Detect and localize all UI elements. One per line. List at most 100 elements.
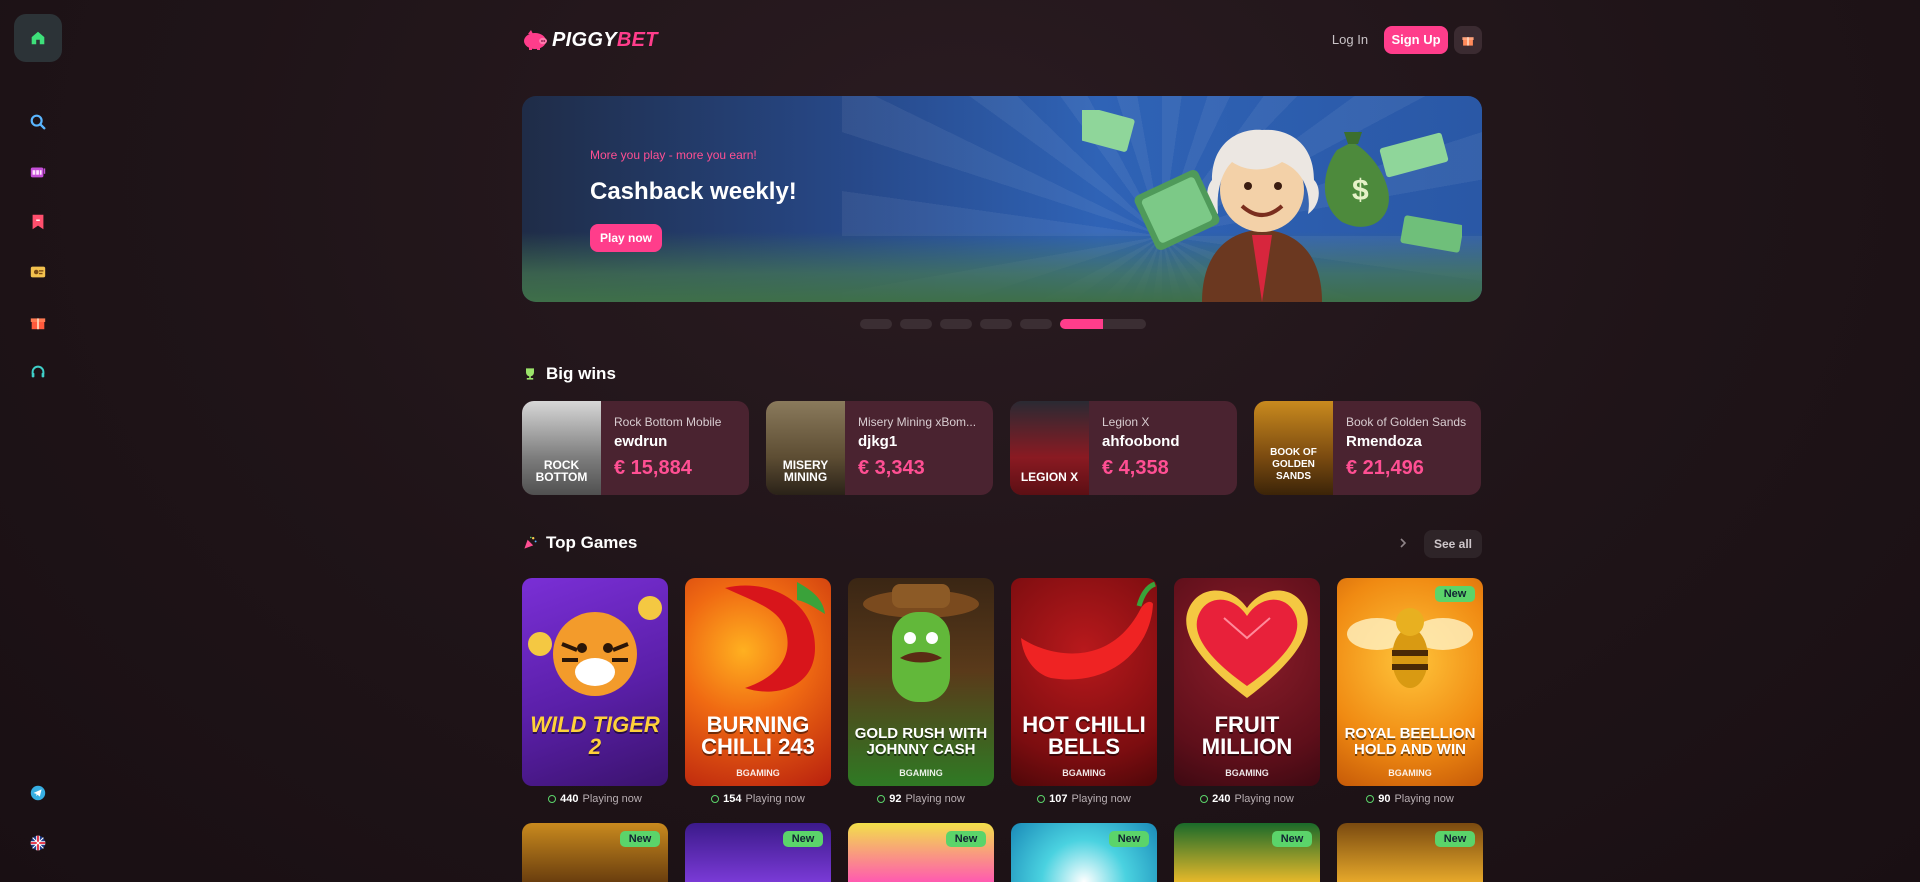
game-provider: BGAMING (899, 768, 943, 778)
online-indicator-icon (711, 795, 720, 803)
players-online: 440 Playing now (522, 793, 668, 805)
win-game-name: Misery Mining xBom... (858, 415, 977, 429)
win-game-name: Legion X (1102, 415, 1150, 429)
online-indicator-icon (877, 795, 886, 803)
win-amount: € 21,496 (1346, 457, 1424, 479)
banner-title: Cashback weekly! (590, 178, 797, 205)
big-win-card[interactable]: MISERY MINING Misery Mining xBom... djkg… (766, 401, 993, 495)
promo-banner[interactable]: $ More you play - more you earn! Cashbac… (522, 96, 1482, 302)
game-card[interactable]: New (1011, 823, 1157, 882)
playing-now-label: Playing now (582, 793, 642, 805)
carousel-dot[interactable] (980, 319, 1012, 329)
chevron-right-icon[interactable] (1396, 536, 1410, 550)
game-card[interactable]: New (1337, 823, 1483, 882)
game-card[interactable]: New ROYAL BEELLION HOLD AND WIN BGAMING (1337, 578, 1483, 786)
win-username: djkg1 (858, 433, 898, 450)
carousel-dot[interactable] (1020, 319, 1052, 329)
signup-button[interactable]: Sign Up (1384, 26, 1448, 54)
big-win-card[interactable]: BOOK OF GOLDEN SANDS Book of Golden Sand… (1254, 401, 1481, 495)
piggybet-logo[interactable]: PIGGY BET (522, 26, 658, 54)
top-games-heading: Top Games (522, 533, 637, 553)
bonus-button[interactable] (1454, 26, 1482, 54)
game-card[interactable]: New (848, 823, 994, 882)
game-card[interactable]: HOT CHILLI BELLS BGAMING (1011, 578, 1157, 786)
carousel-dot[interactable] (900, 319, 932, 329)
game-card[interactable]: BURNING CHILLI 243 BGAMING (685, 578, 831, 786)
slots-button[interactable] (14, 148, 62, 196)
win-game-thumbnail: BOOK OF GOLDEN SANDS (1254, 401, 1333, 495)
bookmark-button[interactable] (14, 198, 62, 246)
search-icon (30, 114, 46, 130)
page: PIGGY BET Log In Sign Up $ More you play … (0, 0, 1920, 882)
gift-icon (30, 318, 46, 330)
players-online: 240 Playing now (1174, 793, 1320, 805)
win-game-thumbnail: LEGION X (1010, 401, 1089, 495)
live-casino-icon (30, 266, 46, 278)
win-game-thumbnail: MISERY MINING (766, 401, 845, 495)
hot-chilli-illustration (1021, 581, 1156, 680)
game-title: ROYAL BEELLION HOLD AND WIN (1344, 725, 1476, 758)
game-card[interactable]: WILD TIGER 2 (522, 578, 668, 786)
heart-gem-illustration (1186, 590, 1308, 698)
logo-bet-text: BET (616, 28, 658, 51)
big-win-card[interactable]: ROCK BOTTOM Rock Bottom Mobile ewdrun € … (522, 401, 749, 495)
win-amount: € 4,358 (1102, 457, 1169, 479)
live-button[interactable] (14, 248, 62, 296)
party-popper-icon (524, 536, 537, 549)
new-badge: New (1109, 831, 1149, 847)
carousel-dot[interactable] (860, 319, 892, 329)
players-count: 240 (1212, 793, 1231, 805)
carousel-dot[interactable] (940, 319, 972, 329)
game-title: HOT CHILLI BELLS (1022, 712, 1146, 759)
win-game-thumbnail: ROCK BOTTOM (522, 401, 601, 495)
search-button[interactable] (14, 98, 62, 146)
win-amount: € 15,884 (614, 457, 692, 479)
online-indicator-icon (1366, 795, 1375, 803)
game-card[interactable]: New (685, 823, 831, 882)
new-badge: New (1272, 831, 1312, 847)
online-indicator-icon (1200, 795, 1209, 803)
game-card[interactable]: New (1174, 823, 1320, 882)
trophy-icon (526, 368, 534, 380)
game-card[interactable]: FRUIT MILLION BGAMING (1174, 578, 1320, 786)
banner-carousel-dots (860, 319, 1146, 329)
playing-now-label: Playing now (1234, 793, 1294, 805)
big-wins-title: Big wins (546, 364, 616, 383)
game-card[interactable]: GOLD RUSH WITH JOHNNY CASH BGAMING (848, 578, 994, 786)
top-games-title: Top Games (546, 533, 638, 552)
see-all-button[interactable]: See all (1424, 530, 1482, 558)
players-count: 154 (723, 793, 742, 805)
promotions-button[interactable] (14, 298, 62, 346)
big-wins-heading: Big wins (522, 364, 616, 384)
playing-now-label: Playing now (745, 793, 805, 805)
win-username: ahfoobond (1102, 433, 1180, 450)
playing-now-label: Playing now (1394, 793, 1454, 805)
win-thumb-title: MISERY MINING (782, 458, 829, 484)
logo-piggy-text: PIGGY (552, 28, 617, 51)
chilli-illustration (725, 582, 825, 692)
banner-play-now-button[interactable]: Play now (590, 224, 662, 252)
game-provider: BGAMING (1225, 768, 1269, 778)
playing-now-label: Playing now (1071, 793, 1131, 805)
game-title: GOLD RUSH WITH JOHNNY CASH (854, 725, 988, 758)
win-thumb-title: ROCK BOTTOM (535, 458, 588, 484)
telegram-button[interactable] (14, 769, 62, 817)
big-win-card[interactable]: LEGION X Legion X ahfoobond € 4,358 (1010, 401, 1237, 495)
login-button[interactable]: Log In (1320, 28, 1380, 52)
telegram-icon (30, 785, 46, 801)
new-badge: New (1435, 586, 1475, 602)
sidebar (0, 0, 76, 882)
playing-now-label: Playing now (905, 793, 965, 805)
carousel-dot-active[interactable] (1060, 319, 1146, 329)
players-online: 154 Playing now (685, 793, 831, 805)
online-indicator-icon (1037, 795, 1046, 803)
new-badge: New (783, 831, 823, 847)
language-button[interactable] (14, 819, 62, 867)
banner-mascot-illustration: $ (1082, 110, 1462, 302)
support-button[interactable] (14, 348, 62, 396)
game-title: BURNING CHILLI 243 (701, 712, 815, 759)
game-card[interactable]: New (522, 823, 668, 882)
banner-subtitle: More you play - more you earn! (590, 148, 757, 162)
home-button[interactable] (14, 14, 62, 62)
home-icon (31, 31, 45, 45)
